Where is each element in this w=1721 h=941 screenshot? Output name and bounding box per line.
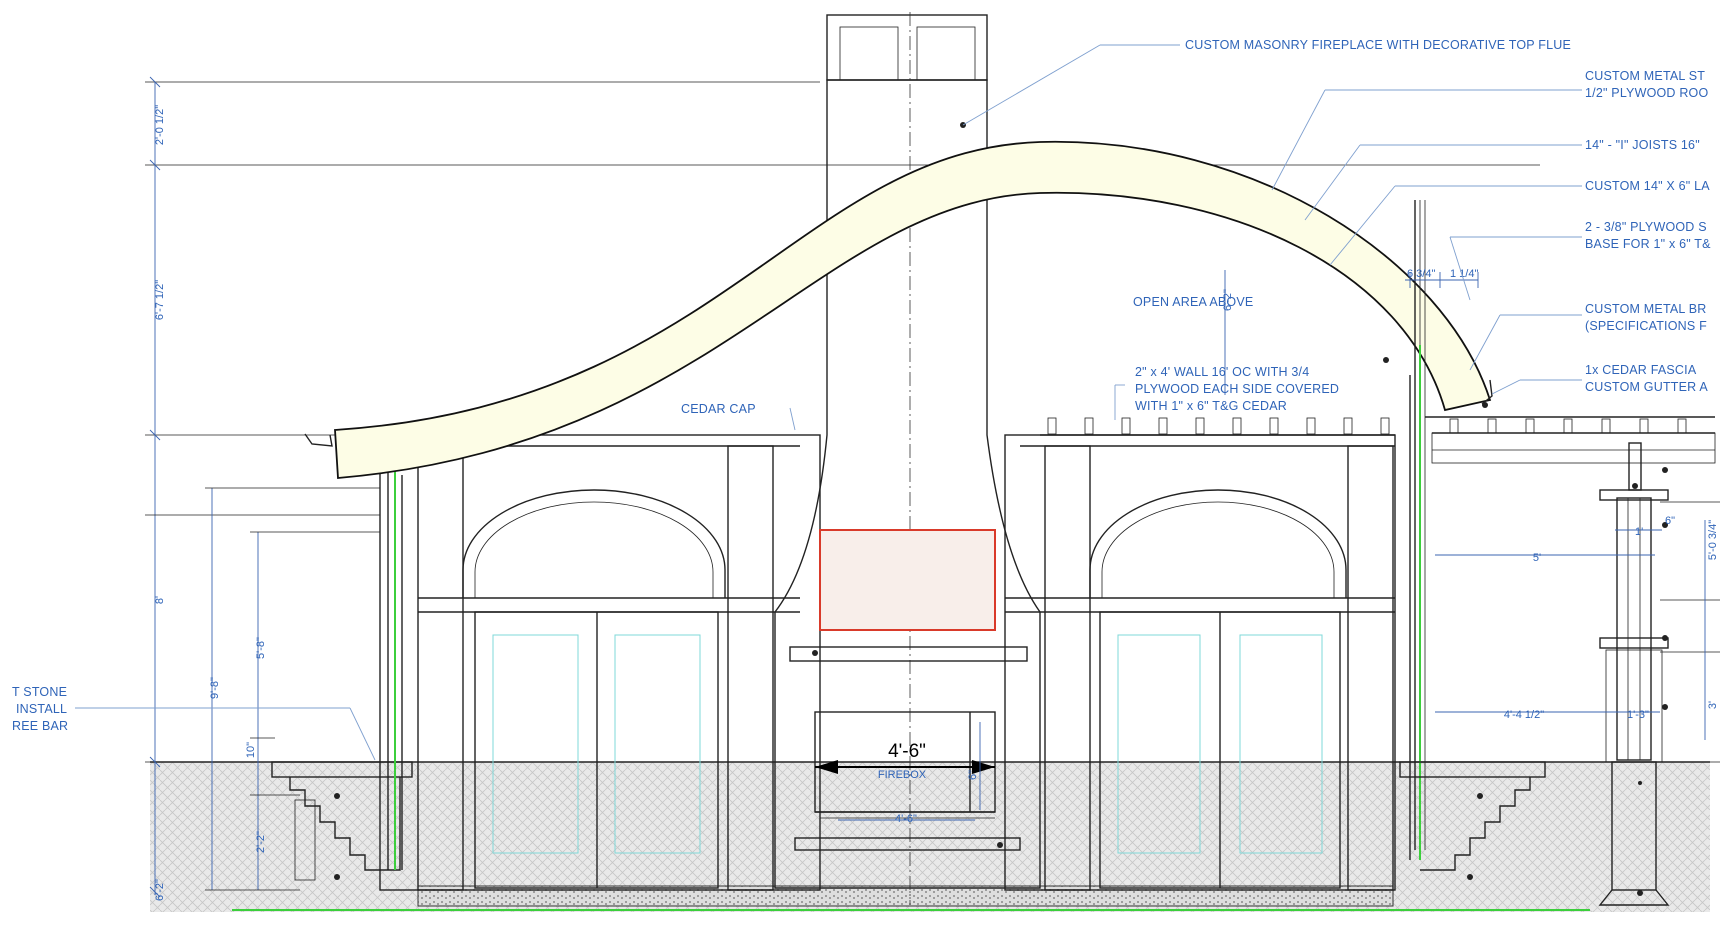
dim-wall-height: 8' — [154, 596, 166, 604]
note-stone-2: INSTALL — [16, 702, 67, 716]
dim-right-edge: 3' — [1707, 701, 1719, 709]
note-stone-3: REE BAR — [12, 719, 68, 733]
elevation-drawing: 2'-0 1/2" 6'-7 1/2" 8' 6'-2" 9'-8" 5'-8"… — [12, 12, 1720, 912]
dim-footing: 2'-2" — [255, 831, 267, 853]
dim-right-a: 6" — [1665, 515, 1675, 527]
dim-right-post: 1'-3" — [1627, 709, 1649, 721]
note-wall-2: PLYWOOD EACH SIDE COVERED — [1135, 382, 1339, 396]
dim-post-a: 6 3/4" — [1407, 268, 1435, 280]
dim-roof-height: 6'-7 1/2" — [154, 280, 166, 320]
dim-right-b: 1' — [1635, 526, 1643, 538]
note-wall-1: 2" x 4' WALL 16' OC WITH 3/4 — [1135, 365, 1309, 379]
note-plywood-1: 2 - 3/8" PLYWOOD S — [1585, 220, 1707, 234]
curved-roof — [304, 140, 1493, 479]
note-lam: CUSTOM 14" X 6" LA — [1585, 179, 1710, 193]
note-fascia-1: 1x CEDAR FASCIA — [1585, 363, 1697, 377]
rafter-tails-center — [1040, 417, 1395, 436]
note-bracket-1: CUSTOM METAL BR — [1585, 302, 1707, 316]
note-stone-1: T STONE — [12, 685, 67, 699]
dim-base: 6'-2" — [154, 879, 166, 901]
note-plywood-2: BASE FOR 1" x 6" T& — [1585, 237, 1711, 251]
dim-opening: 5'-8" — [255, 637, 267, 659]
firebox-width-label: 4'-6" — [888, 741, 926, 762]
dim-bar-height: 9'-8" — [209, 677, 221, 699]
dim-right-low: 4'-4 1/2" — [1504, 709, 1544, 721]
dim-post-b: 1 1/4" — [1450, 268, 1478, 280]
note-wall-3: WITH 1" x 6" T&G CEDAR — [1135, 399, 1287, 413]
firebox-label: FIREBOX — [878, 769, 927, 781]
note-open-area: OPEN AREA ABOVE — [1133, 295, 1253, 309]
mantel-box — [789, 529, 1028, 662]
left-bar-note — [75, 707, 376, 761]
firebox-inner-width: 4'-6" — [895, 813, 917, 825]
pergola-right — [1409, 200, 1716, 860]
note-metal-roof-1: CUSTOM METAL ST — [1585, 69, 1705, 83]
note-fascia-2: CUSTOM GUTTER A — [1585, 380, 1708, 394]
firebox-height: 6" — [967, 770, 979, 780]
note-bracket-2: (SPECIFICATIONS F — [1585, 319, 1707, 333]
note-joists: 14" - "I" JOISTS 16" — [1585, 138, 1700, 152]
dim-right-span: 5' — [1533, 552, 1541, 564]
dim-roof-top: 2'-0 1/2" — [154, 105, 166, 145]
note-cedar-cap: CEDAR CAP — [681, 402, 756, 416]
dim-right-side: 5'-0 3/4" — [1707, 520, 1719, 560]
note-metal-roof-2: 1/2" PLYWOOD ROO — [1585, 86, 1708, 100]
dim-counter: 10" — [245, 742, 257, 758]
note-fireplace: CUSTOM MASONRY FIREPLACE WITH DECORATIVE… — [1185, 38, 1571, 52]
